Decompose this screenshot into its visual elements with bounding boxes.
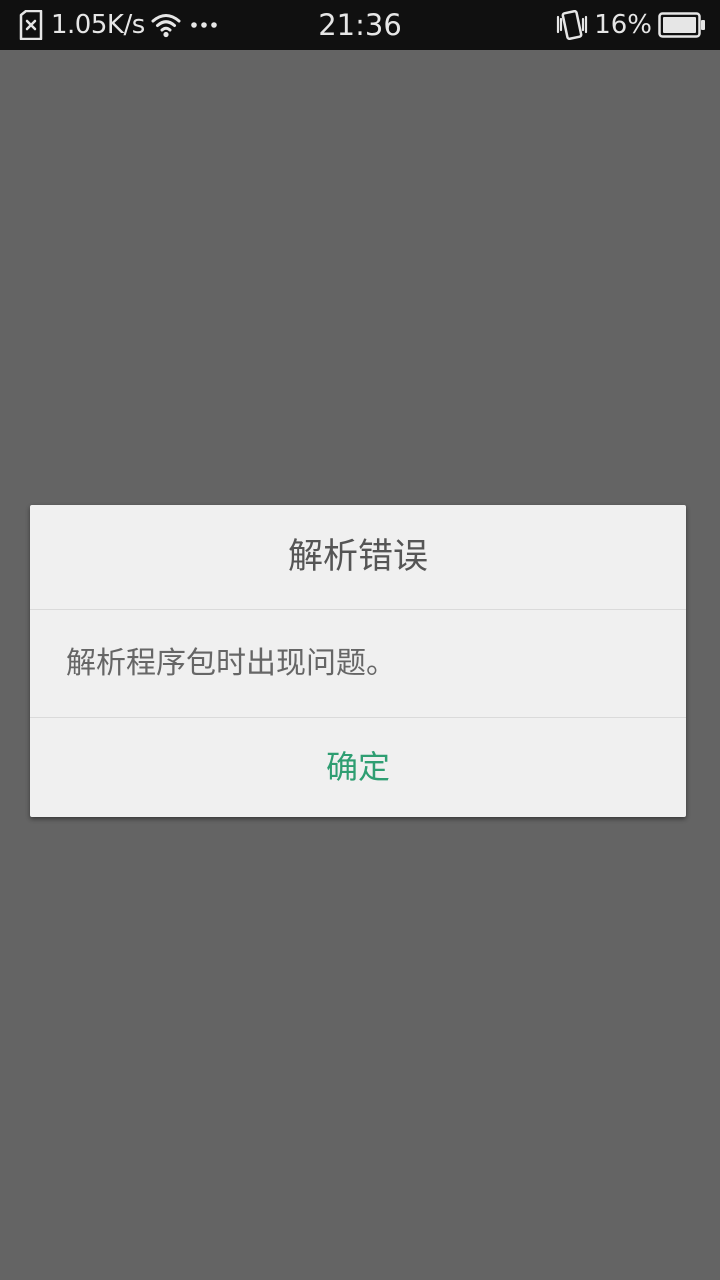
battery-percent: 16% [594,10,652,40]
dialog-title: 解析错误 [287,537,428,577]
parse-error-dialog: 解析错误 解析程序包时出现问题。 确定 [30,505,686,817]
vibrate-icon [556,10,588,40]
dialog-message: 解析程序包时出现问题。 [66,646,396,681]
wifi-icon [151,12,181,38]
no-sim-icon [19,10,43,40]
status-left-group: 1.05K/s [19,0,217,50]
battery-icon [658,12,706,38]
status-right-group: 16% [556,0,706,50]
ok-button[interactable]: 确定 [30,718,686,817]
network-speed: 1.05K/s [51,10,145,40]
more-dots-icon [190,21,217,29]
status-bar: 1.05K/s 21:36 16% [0,0,720,50]
